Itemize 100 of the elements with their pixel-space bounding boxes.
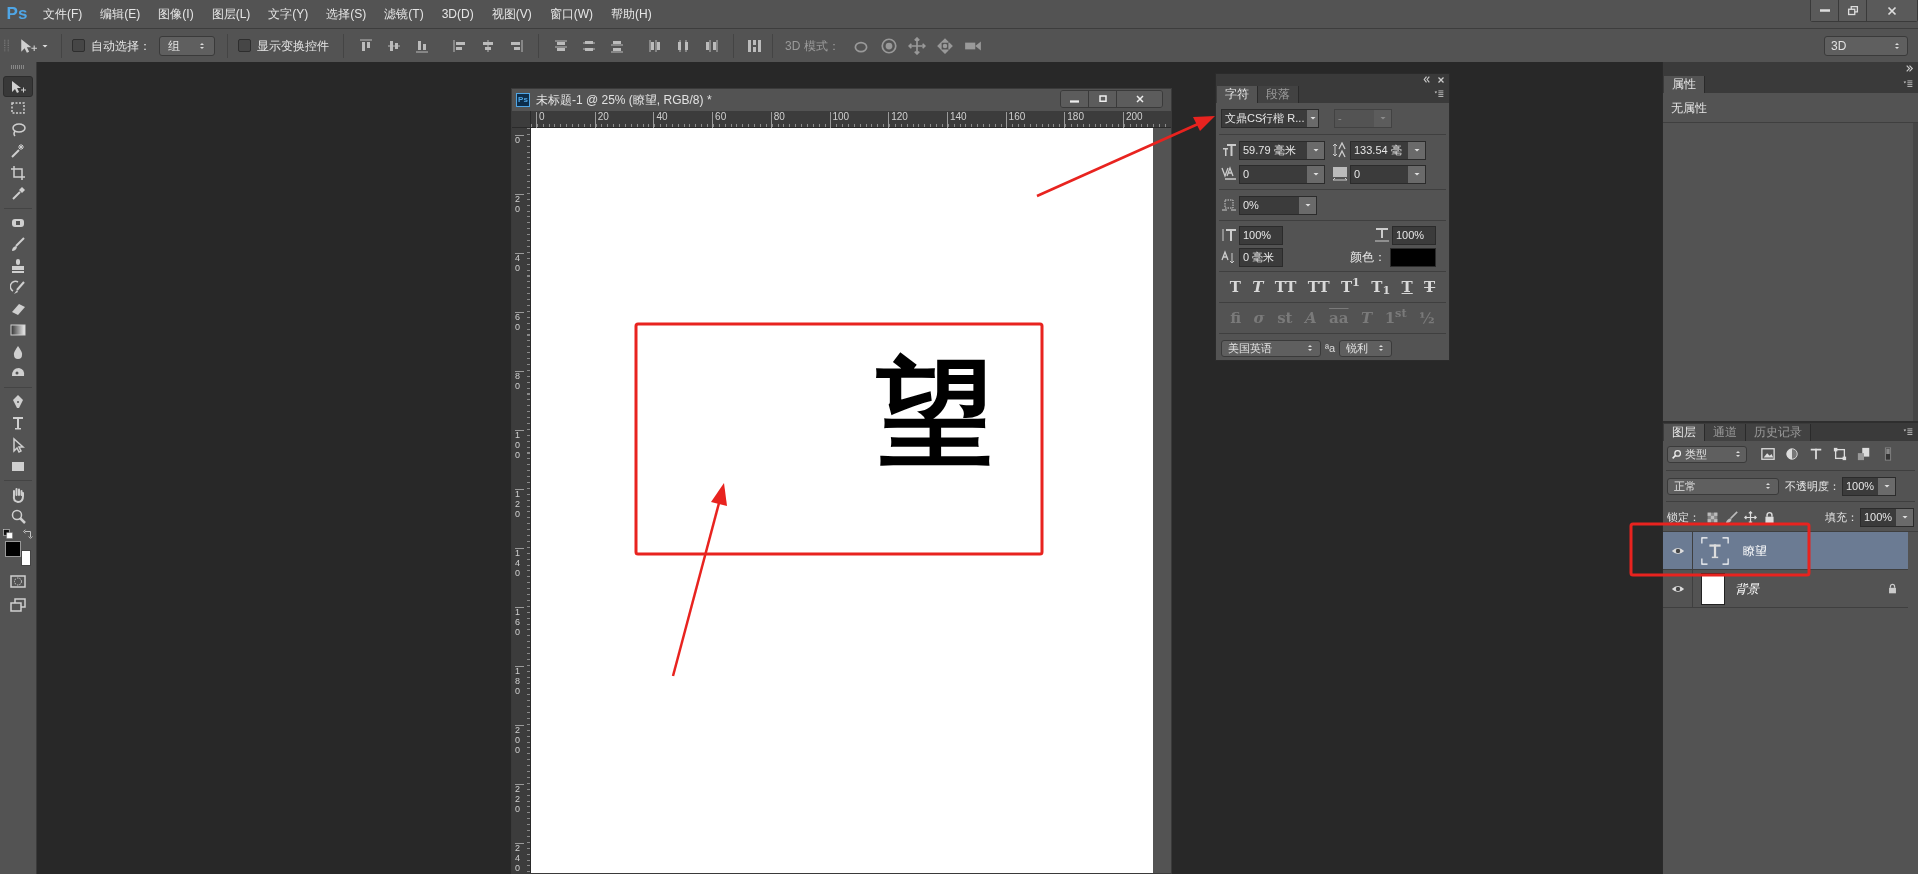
font-family-dropdown[interactable]: 文鼎CS行楷 R... [1221, 108, 1319, 128]
type-style-button[interactable]: T$_{1}$ [1371, 279, 1391, 295]
text-color-swatch[interactable] [1390, 247, 1436, 267]
lock-icon[interactable] [1763, 510, 1776, 524]
fill-field[interactable]: 100% [1860, 507, 1914, 527]
align-top-icon[interactable] [358, 37, 374, 54]
menu-item[interactable]: 3D(D) [432, 5, 483, 23]
menu-item[interactable]: 窗口(W) [540, 5, 602, 23]
panel-menu-icon[interactable] [1432, 89, 1446, 99]
checkbox[interactable] [72, 39, 85, 52]
panel-menu-icon[interactable] [1901, 79, 1915, 89]
leading-field[interactable]: 133.54 毫 [1350, 140, 1426, 160]
menu-item[interactable]: 文字(Y) [259, 5, 318, 23]
align-right-icon[interactable] [508, 37, 524, 54]
drag-icon[interactable] [907, 36, 926, 55]
history-brush-icon [10, 279, 26, 295]
restore-button[interactable] [1839, 0, 1867, 21]
roll-icon[interactable] [879, 36, 898, 55]
kerning-field[interactable]: 0 [1239, 164, 1325, 184]
smart-object-icon[interactable] [1857, 447, 1871, 461]
half-circle-icon[interactable] [1785, 447, 1799, 461]
panel-tab[interactable]: 图层 [1664, 424, 1705, 441]
auto-align-icon[interactable] [746, 37, 762, 54]
move-cross-icon[interactable] [1744, 510, 1757, 524]
foreground-color-swatch[interactable] [5, 541, 21, 557]
distribute-left-icon[interactable] [647, 37, 663, 54]
type-style-button[interactable]: T [1424, 279, 1436, 295]
checkbox[interactable] [238, 39, 251, 52]
stamp-icon [10, 257, 26, 274]
tool-button[interactable] [3, 76, 33, 97]
horizontal-scale-field[interactable]: 100% [1392, 225, 1436, 245]
panel-tab[interactable]: 属性 [1664, 76, 1705, 93]
brush-icon[interactable] [1725, 510, 1738, 524]
menu-item[interactable]: 编辑(E) [91, 5, 150, 23]
tracking-field[interactable]: 0 [1350, 164, 1426, 184]
checker-icon[interactable] [1706, 510, 1719, 524]
collapse-icon[interactable] [1422, 75, 1431, 84]
panel-menu-icon[interactable] [1901, 427, 1915, 437]
panel-tab[interactable]: 段落 [1258, 86, 1299, 103]
canvas-text: 望 [876, 354, 994, 472]
type-style-button[interactable]: T [1229, 279, 1241, 295]
eyedropper-icon [10, 186, 26, 202]
menu-item[interactable]: 图层(L) [202, 5, 260, 23]
layer-name: 背景 [1735, 580, 1759, 598]
antialias-dropdown[interactable]: 锐利 [1339, 339, 1393, 357]
menu-item[interactable]: 文件(F) [34, 5, 92, 23]
text-filter-icon[interactable] [1809, 447, 1823, 461]
type-style-button[interactable]: TT [1307, 279, 1330, 295]
caret-icon [1308, 114, 1317, 122]
blend-mode-dropdown[interactable]: 正常 [1667, 477, 1779, 495]
font-size-field[interactable]: 59.79 毫米 [1239, 140, 1325, 160]
align-left-icon[interactable] [452, 37, 468, 54]
workspace-dropdown[interactable]: 3D [1824, 35, 1908, 56]
close-icon[interactable] [1437, 75, 1445, 84]
document-app-badge: Ps [516, 93, 530, 107]
type-style-button[interactable]: TT [1274, 279, 1297, 295]
distribute-top-icon[interactable] [553, 37, 569, 54]
opacity-field[interactable]: 100% [1842, 476, 1896, 496]
image-icon[interactable] [1761, 447, 1775, 461]
menu-item[interactable]: 图像(I) [149, 5, 203, 23]
app-logo: Ps [5, 3, 29, 26]
language-dropdown[interactable]: 美国英语 [1221, 339, 1321, 357]
maximize-button[interactable] [1089, 91, 1117, 107]
slide-icon[interactable] [935, 36, 954, 55]
minimize-button[interactable] [1061, 91, 1089, 107]
distribute-center-icon[interactable] [675, 37, 691, 54]
panel-tab[interactable]: 历史记录 [1746, 424, 1811, 441]
layer-row[interactable]: 瞭望 [1663, 532, 1908, 570]
screen-mode-icon[interactable] [10, 597, 26, 613]
shape-filter-icon[interactable] [1833, 447, 1847, 461]
up-down-caret-icon [1377, 343, 1386, 353]
type-style-button[interactable]: T [1401, 279, 1413, 295]
swap-arrows-icon[interactable] [23, 529, 33, 539]
up-down-caret-icon [1734, 449, 1742, 459]
background-color-swatch[interactable] [21, 550, 31, 566]
tsume-field[interactable]: 0% [1239, 195, 1317, 215]
ruler-label: 100 [515, 430, 524, 461]
auto-select-dropdown[interactable]: 组 [159, 35, 215, 56]
type-style-button[interactable]: T$^{1}$ [1340, 279, 1360, 295]
collapse-icon[interactable] [1905, 64, 1914, 73]
panel-tab[interactable]: 通道 [1705, 424, 1746, 441]
vertical-scale-field[interactable]: 100% [1239, 225, 1283, 245]
baseline-shift-field[interactable]: 0 毫米 [1239, 247, 1283, 267]
quick-mask-icon[interactable] [10, 573, 26, 589]
default-colors-icon[interactable] [3, 529, 13, 539]
menu-item[interactable]: 视图(V) [482, 5, 541, 23]
move-arrow-icon[interactable] [19, 36, 37, 55]
type-style-button[interactable]: T [1252, 279, 1264, 295]
vertical-scale-icon [1221, 227, 1237, 243]
menu-item[interactable]: 帮助(H) [602, 5, 661, 23]
tsume-icon [1221, 197, 1237, 213]
distribute-right-icon[interactable] [703, 37, 719, 54]
layer-filter-dropdown[interactable]: 类型 [1667, 445, 1747, 463]
align-center-icon[interactable] [480, 37, 496, 54]
layer-row[interactable]: 背景 [1663, 570, 1908, 608]
menu-item[interactable]: 滤镜(T) [375, 5, 433, 23]
menu-item[interactable]: 选择(S) [317, 5, 376, 23]
panel-tab[interactable]: 字符 [1217, 86, 1258, 103]
minimize-button[interactable] [1811, 0, 1839, 21]
gradient-icon [10, 322, 26, 338]
